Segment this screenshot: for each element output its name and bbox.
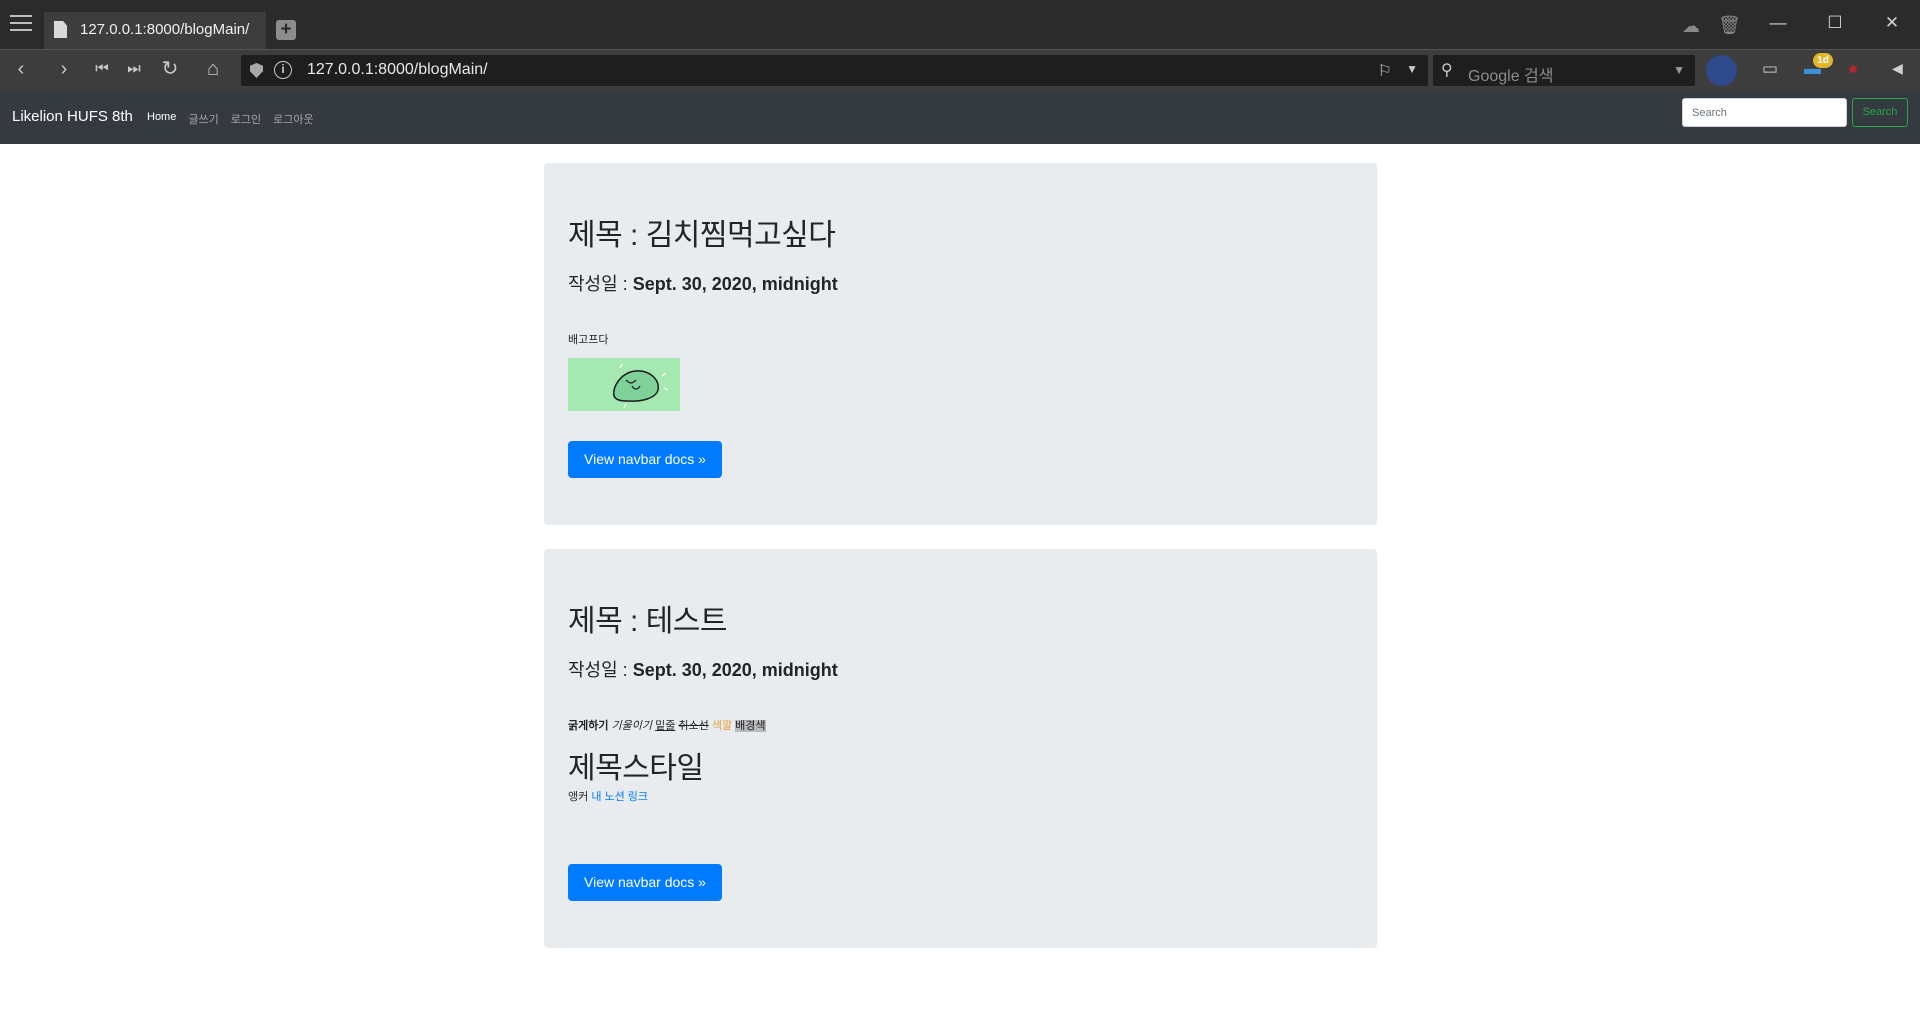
close-window-button[interactable]: ✕: [1882, 13, 1902, 33]
anchor-label: 앵커: [568, 791, 589, 803]
post-date-label: 작성일 :: [568, 660, 633, 680]
record-extension-icon[interactable]: ●: [1848, 59, 1858, 79]
highlighted-text: 배경색: [735, 720, 766, 732]
strikethrough-text: 취소선: [678, 720, 709, 732]
new-tab-button[interactable]: +: [276, 20, 296, 40]
sidebar-toggle-icon[interactable]: ◀: [1892, 60, 1903, 77]
nav-item-logout[interactable]: 로그아웃: [273, 111, 313, 127]
shield-icon[interactable]: [250, 63, 263, 78]
skip-forward-icon[interactable]: ⏭: [121, 58, 147, 80]
underline-text: 밑줄: [655, 720, 676, 732]
info-icon[interactable]: i: [274, 61, 292, 79]
forward-icon[interactable]: ›: [51, 58, 77, 80]
document-icon: [54, 21, 67, 38]
dumpling-illustration: [613, 363, 669, 409]
extension-badge: 1d: [1813, 53, 1833, 68]
reload-icon[interactable]: ↻: [157, 58, 183, 80]
post-date-value: Sept. 30, 2020, midnight: [632, 660, 838, 680]
browser-search-bar[interactable]: ⚲ Google 검색 ▼: [1433, 55, 1695, 86]
nav-links: Home 글쓰기 로그인 로그아웃: [147, 111, 314, 127]
post-card: 제목 : 테스트 작성일 : Sept. 30, 2020, midnight …: [544, 549, 1377, 948]
colored-text: 색깔: [711, 720, 733, 732]
url-text[interactable]: 127.0.0.1:8000/blogMain/: [307, 61, 488, 79]
post-date: 작성일 : Sept. 30, 2020, midnight: [568, 270, 838, 296]
post-card: 제목 : 김치찜먹고싶다 작성일 : Sept. 30, 2020, midni…: [544, 163, 1377, 525]
view-docs-button[interactable]: View navbar docs »: [568, 864, 722, 901]
maximize-button[interactable]: ☐: [1825, 13, 1845, 33]
anchor-line: 앵커 내 노션 링크: [568, 788, 648, 804]
browser-search-placeholder[interactable]: Google 검색: [1468, 62, 1553, 86]
address-bar[interactable]: i 127.0.0.1:8000/blogMain/ ⚐ ▼: [241, 55, 1428, 86]
italic-text: 기울이기: [611, 720, 653, 732]
search-button[interactable]: Search: [1852, 98, 1908, 127]
post-body: 배고프다: [568, 334, 609, 346]
site-brand[interactable]: Likelion HUFS 8th: [12, 108, 133, 125]
browser-toolbar: ‹ › ⏮ ⏭ ↻ ⌂ i 127.0.0.1:8000/blogMain/ ⚐…: [0, 49, 1920, 91]
post-title: 제목 : 김치찜먹고싶다: [568, 219, 836, 252]
nav-item-login[interactable]: 로그인: [231, 111, 261, 127]
notion-link[interactable]: 내 노션 링크: [591, 791, 648, 803]
tab-title: 127.0.0.1:8000/blogMain/: [80, 21, 250, 38]
post-date: 작성일 : Sept. 30, 2020, midnight: [568, 656, 838, 682]
minimize-button[interactable]: —: [1768, 13, 1788, 33]
post-title: 제목 : 테스트: [568, 605, 728, 638]
post-heading: 제목스타일: [568, 752, 704, 785]
bold-text: 굵게하기: [568, 720, 609, 732]
home-icon[interactable]: ⌂: [200, 58, 226, 80]
back-icon[interactable]: ‹: [8, 58, 34, 80]
reader-view-icon[interactable]: ▭: [1762, 59, 1778, 79]
post-date-label: 작성일 :: [568, 274, 633, 294]
nav-item-home[interactable]: Home: [147, 111, 176, 127]
search-icon: ⚲: [1441, 62, 1453, 79]
chevron-down-icon[interactable]: ▼: [1406, 62, 1418, 76]
post-image: [568, 358, 680, 411]
cloud-icon[interactable]: ☁: [1682, 16, 1700, 37]
search-input[interactable]: Search: [1682, 98, 1847, 127]
nav-item-write[interactable]: 글쓰기: [188, 111, 218, 127]
formatted-text-line: 굵게하기 기울이기 밑줄 취소선 색깔 배경색: [568, 717, 766, 733]
post-date-value: Sept. 30, 2020, midnight: [632, 274, 838, 294]
trash-icon[interactable]: 🗑: [1718, 15, 1741, 36]
skip-back-icon[interactable]: ⏮: [89, 58, 115, 80]
browser-tab-bar: 127.0.0.1:8000/blogMain/ + ☁ 🗑 — ☐ ✕: [0, 0, 1920, 49]
site-navbar: Likelion HUFS 8th Home 글쓰기 로그인 로그아웃 Sear…: [0, 91, 1920, 144]
chevron-down-icon[interactable]: ▼: [1673, 63, 1685, 77]
menu-icon[interactable]: [10, 15, 32, 33]
view-docs-button[interactable]: View navbar docs »: [568, 441, 722, 478]
browser-tab[interactable]: 127.0.0.1:8000/blogMain/: [44, 12, 266, 49]
profile-avatar[interactable]: [1706, 55, 1737, 86]
bookmark-icon[interactable]: ⚐: [1378, 61, 1392, 81]
